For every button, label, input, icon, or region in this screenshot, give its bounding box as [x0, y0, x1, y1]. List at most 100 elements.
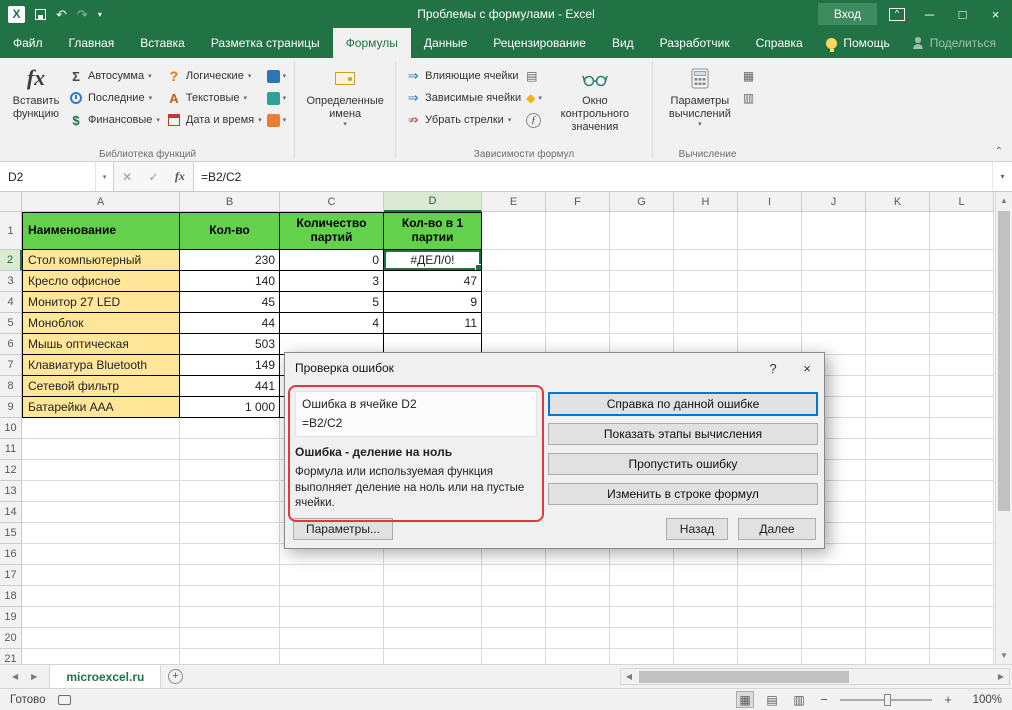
vertical-scroll-thumb[interactable]: [998, 211, 1010, 511]
cell-K11[interactable]: [866, 439, 930, 460]
show-formulas-button[interactable]: ▤: [524, 65, 544, 87]
cell-B21[interactable]: [180, 649, 280, 664]
autosum-button[interactable]: Σ Автосумма ▾: [65, 65, 163, 87]
cell-L14[interactable]: [930, 502, 994, 523]
cell-I18[interactable]: [738, 586, 802, 607]
cell-I17[interactable]: [738, 565, 802, 586]
error-checking-button[interactable]: ◆ ▾: [524, 87, 544, 109]
help-on-error-button[interactable]: Справка по данной ошибке: [548, 392, 818, 416]
cell-B11[interactable]: [180, 439, 280, 460]
cell-H17[interactable]: [674, 565, 738, 586]
formula-input[interactable]: =B2/C2: [194, 162, 992, 191]
cell-H18[interactable]: [674, 586, 738, 607]
lookup-reference-button[interactable]: ▾: [265, 65, 289, 87]
edit-in-formula-bar-button[interactable]: Изменить в строке формул: [548, 483, 818, 505]
cell-G21[interactable]: [610, 649, 674, 664]
cell-G19[interactable]: [610, 607, 674, 628]
row-header-9[interactable]: 9: [0, 397, 22, 418]
calculate-sheet-button[interactable]: ▥: [741, 87, 756, 109]
cell-A6[interactable]: Мышь оптическая: [22, 334, 180, 355]
cell-B18[interactable]: [180, 586, 280, 607]
cell-B17[interactable]: [180, 565, 280, 586]
row-header-3[interactable]: 3: [0, 271, 22, 292]
cell-K7[interactable]: [866, 355, 930, 376]
row-header-7[interactable]: 7: [0, 355, 22, 376]
row-header-16[interactable]: 16: [0, 544, 22, 565]
cell-A13[interactable]: [22, 481, 180, 502]
cell-L13[interactable]: [930, 481, 994, 502]
column-header-H[interactable]: H: [674, 192, 738, 212]
scroll-up-icon[interactable]: ▲: [996, 192, 1012, 209]
cell-K6[interactable]: [866, 334, 930, 355]
cell-B20[interactable]: [180, 628, 280, 649]
ribbon-tab-insert[interactable]: Вставка: [127, 28, 198, 58]
add-sheet-button[interactable]: +: [161, 665, 189, 688]
cell-A16[interactable]: [22, 544, 180, 565]
sign-in-button[interactable]: Вход: [818, 3, 877, 25]
macro-record-icon[interactable]: [58, 695, 71, 705]
dialog-help-icon[interactable]: ?: [756, 353, 790, 383]
column-header-A[interactable]: A: [22, 192, 180, 212]
cell-F20[interactable]: [546, 628, 610, 649]
cell-J20[interactable]: [802, 628, 866, 649]
cell-B2[interactable]: 230: [180, 250, 280, 271]
cell-D21[interactable]: [384, 649, 482, 664]
date-time-button[interactable]: Дата и время ▾: [163, 109, 265, 131]
cell-A20[interactable]: [22, 628, 180, 649]
close-button[interactable]: ×: [979, 0, 1012, 28]
row-header-19[interactable]: 19: [0, 607, 22, 628]
cell-F2[interactable]: [546, 250, 610, 271]
tell-me-button[interactable]: Помощь: [826, 36, 889, 50]
cell-K3[interactable]: [866, 271, 930, 292]
cell-I21[interactable]: [738, 649, 802, 664]
cell-B8[interactable]: 441: [180, 376, 280, 397]
cell-B12[interactable]: [180, 460, 280, 481]
cell-L6[interactable]: [930, 334, 994, 355]
cell-A12[interactable]: [22, 460, 180, 481]
cell-J3[interactable]: [802, 271, 866, 292]
undo-icon[interactable]: ↶: [56, 8, 67, 21]
cell-L11[interactable]: [930, 439, 994, 460]
cell-B14[interactable]: [180, 502, 280, 523]
cell-K20[interactable]: [866, 628, 930, 649]
name-box-dropdown-icon[interactable]: ▾: [96, 162, 114, 191]
expand-formula-bar-icon[interactable]: ▾: [992, 162, 1012, 191]
page-layout-view-icon[interactable]: ▤: [763, 691, 781, 708]
cell-A17[interactable]: [22, 565, 180, 586]
ribbon-tab-formulas[interactable]: Формулы: [333, 28, 411, 58]
ribbon-tab-view[interactable]: Вид: [599, 28, 647, 58]
cell-E18[interactable]: [482, 586, 546, 607]
cell-G2[interactable]: [610, 250, 674, 271]
cell-H3[interactable]: [674, 271, 738, 292]
cell-K17[interactable]: [866, 565, 930, 586]
cell-A1[interactable]: Наименование: [22, 212, 180, 250]
cell-D5[interactable]: 11: [384, 313, 482, 334]
cell-J17[interactable]: [802, 565, 866, 586]
cell-L1[interactable]: [930, 212, 994, 250]
row-header-12[interactable]: 12: [0, 460, 22, 481]
cell-F1[interactable]: [546, 212, 610, 250]
watch-window-button[interactable]: Окно контрольного значения: [544, 61, 646, 145]
cell-E3[interactable]: [482, 271, 546, 292]
cell-G3[interactable]: [610, 271, 674, 292]
cell-B15[interactable]: [180, 523, 280, 544]
cell-A9[interactable]: Батарейки AAA: [22, 397, 180, 418]
cell-I1[interactable]: [738, 212, 802, 250]
cell-H4[interactable]: [674, 292, 738, 313]
trace-precedents-button[interactable]: ⇒ Влияющие ячейки: [402, 65, 524, 87]
cell-A10[interactable]: [22, 418, 180, 439]
ignore-error-button[interactable]: Пропустить ошибку: [548, 453, 818, 475]
ribbon-tab-developer[interactable]: Разработчик: [647, 28, 743, 58]
cell-F17[interactable]: [546, 565, 610, 586]
calculate-now-button[interactable]: ▦: [741, 65, 756, 87]
row-header-2[interactable]: 2: [0, 250, 22, 271]
cell-A19[interactable]: [22, 607, 180, 628]
row-header-6[interactable]: 6: [0, 334, 22, 355]
enter-check-icon[interactable]: ✓: [148, 170, 158, 184]
column-header-E[interactable]: E: [482, 192, 546, 212]
cell-L17[interactable]: [930, 565, 994, 586]
cell-B13[interactable]: [180, 481, 280, 502]
name-box[interactable]: D2: [0, 162, 96, 191]
cell-K19[interactable]: [866, 607, 930, 628]
more-functions-button[interactable]: ▾: [265, 109, 289, 131]
